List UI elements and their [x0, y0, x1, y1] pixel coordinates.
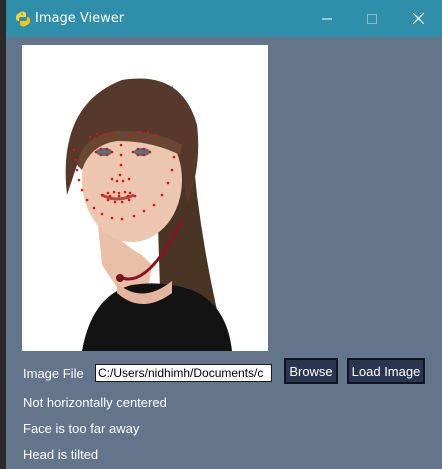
portrait-image [22, 45, 268, 351]
maximize-icon [367, 13, 377, 24]
title-bar[interactable]: Image Viewer [6, 0, 442, 37]
minimize-button[interactable] [304, 0, 350, 37]
python-icon [16, 11, 30, 27]
close-button[interactable] [395, 0, 441, 37]
file-path-input[interactable] [95, 364, 272, 382]
image-preview [22, 45, 268, 351]
browse-button[interactable]: Browse [284, 358, 338, 384]
load-image-button[interactable]: Load Image [347, 358, 425, 384]
minimize-icon [322, 18, 332, 19]
image-viewer-window: Image Viewer Image File C:/Users/nidhimh… [6, 0, 442, 469]
status-line: Head is tilted [23, 447, 99, 462]
image-file-label: Image File [23, 366, 84, 381]
status-line: Face is too far away [23, 421, 140, 436]
close-icon [412, 13, 424, 24]
maximize-button[interactable] [349, 0, 395, 37]
window-title: Image Viewer [35, 11, 125, 26]
status-line: Not horizontally centered [23, 395, 167, 410]
